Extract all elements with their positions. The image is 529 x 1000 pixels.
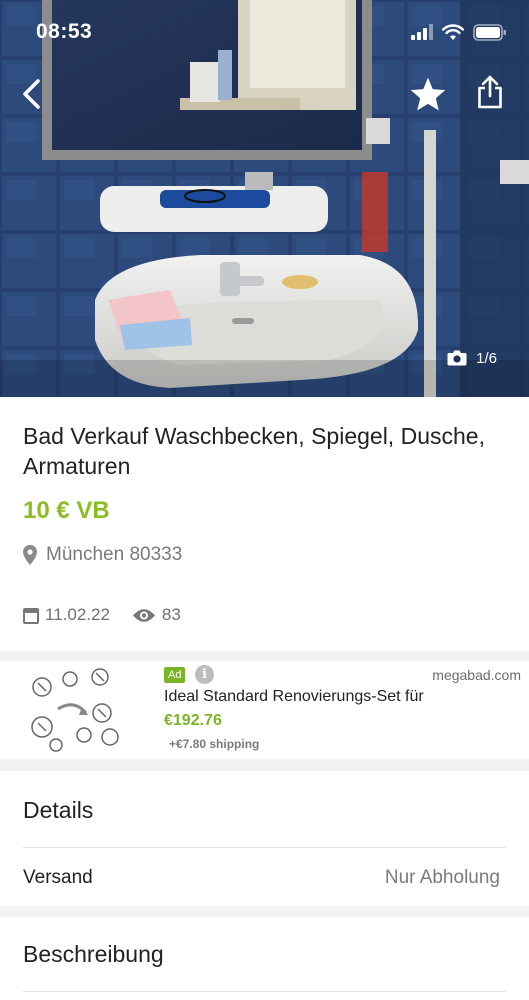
location-text: München 80333 xyxy=(46,544,183,565)
star-icon xyxy=(410,77,446,111)
shipping-label: Versand xyxy=(23,867,93,888)
image-counter-text: 1/6 xyxy=(476,349,497,367)
listing-location[interactable]: München 80333 xyxy=(23,544,182,566)
ad-product-image xyxy=(22,665,132,755)
listing-photo[interactable]: 08:53 1/6 xyxy=(0,0,529,397)
listing-views: 83 xyxy=(132,605,181,625)
location-pin-icon xyxy=(23,545,37,565)
listing-date-text: 11.02.22 xyxy=(45,605,110,624)
ad-price: €192.76 xyxy=(164,712,222,729)
ad-badge: Ad xyxy=(164,667,186,683)
ad-info-icon[interactable]: i xyxy=(195,665,214,684)
listing-title: Bad Verkauf Waschbecken, Spiegel, Dusche… xyxy=(23,423,485,479)
eye-icon xyxy=(132,608,155,622)
ad-title: Ideal Standard Renovierungs-Set für xyxy=(164,688,424,705)
listing-views-text: 83 xyxy=(161,605,181,624)
wifi-icon xyxy=(442,23,464,40)
ad-shipping: +€7.80 shipping xyxy=(169,737,260,751)
sponsored-ad[interactable]: Ad i megabad.com Ideal Standard Renovier… xyxy=(0,661,529,759)
listing-meta: 11.02.22 83 xyxy=(23,605,181,625)
shipping-value: Nur Abholung xyxy=(384,867,500,888)
signal-icon xyxy=(411,24,433,40)
image-counter: 1/6 xyxy=(437,343,507,373)
listing-price: 10 € VB xyxy=(23,497,110,524)
battery-icon xyxy=(473,23,506,41)
listing-date: 11.02.22 xyxy=(23,605,110,625)
divider xyxy=(23,847,506,848)
favorite-button[interactable] xyxy=(406,72,450,116)
status-icons xyxy=(411,22,507,42)
calendar-icon xyxy=(23,607,39,624)
ad-domain: megabad.com xyxy=(432,667,521,683)
status-bar: 08:53 xyxy=(0,0,529,62)
back-button[interactable] xyxy=(10,72,54,116)
details-heading: Details xyxy=(23,797,94,823)
details-section: Details Versand Nur Abholung xyxy=(0,771,529,906)
divider xyxy=(23,991,506,992)
description-heading: Beschreibung xyxy=(23,941,164,967)
share-button[interactable] xyxy=(468,70,512,114)
description-section: Beschreibung xyxy=(0,917,529,1000)
status-time: 08:53 xyxy=(36,20,93,43)
listing-card: Bad Verkauf Waschbecken, Spiegel, Dusche… xyxy=(0,397,529,651)
share-icon xyxy=(478,75,502,109)
camera-icon xyxy=(447,350,467,366)
chevron-left-icon xyxy=(23,79,40,109)
